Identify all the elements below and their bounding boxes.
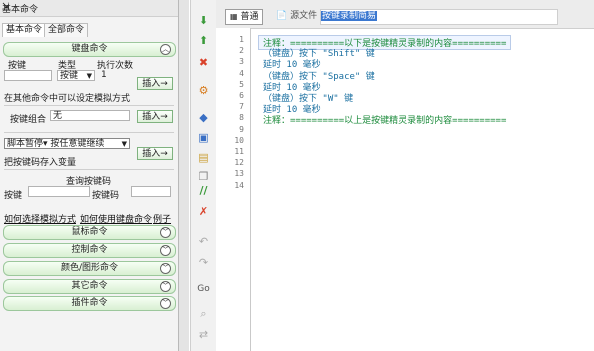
splitter[interactable]	[179, 0, 189, 351]
combo-label: 按键组合	[10, 115, 47, 125]
count-input[interactable]: 1	[99, 70, 129, 81]
chevron-down-icon[interactable]: ﹀	[160, 245, 171, 256]
chevron-down-icon: ▼	[86, 72, 92, 80]
line-number: 9	[239, 124, 244, 134]
line-number: 2	[239, 46, 244, 56]
line-number: 6	[239, 91, 244, 100]
command-panel: 基本命令 ⇲ 基本命令 全部命令 键盘命令 ︿ 按键 类型 执行次数 按键 ▼ 1…	[0, 0, 179, 351]
line-number: 8	[239, 113, 244, 123]
note-icon[interactable]: ▣	[197, 131, 210, 144]
script-name-input[interactable]: 按键录制简易	[320, 9, 558, 25]
goto-icon[interactable]: Go	[197, 283, 210, 296]
chevron-down-icon: ▼	[121, 140, 127, 148]
query-code-label: 按键码	[92, 191, 120, 201]
chevron-up-icon[interactable]: ︿	[160, 44, 171, 55]
insert-combo-button[interactable]: 插入→	[137, 110, 173, 123]
delete-icon[interactable]: ✖	[197, 56, 210, 69]
line-number: 1	[239, 35, 244, 44]
line-number: 12	[234, 158, 244, 168]
move-down-icon[interactable]: ⬇	[197, 14, 210, 27]
section-control-commands[interactable]: 控制命令 ﹀	[3, 243, 176, 258]
chevron-down-icon[interactable]: ﹀	[160, 263, 171, 274]
section-plugin-commands[interactable]: 插件命令 ﹀	[3, 296, 176, 311]
section-mouse-commands[interactable]: 鼠标命令 ﹀	[3, 225, 176, 240]
line-number: 10	[234, 135, 244, 145]
move-up-icon[interactable]: ⬆	[197, 34, 210, 47]
line-number: 5	[239, 79, 244, 89]
tab-all-commands[interactable]: 全部命令	[44, 23, 89, 37]
folder-icon[interactable]: ▤	[197, 151, 210, 164]
line-number: 3	[239, 57, 244, 67]
pin-icon[interactable]: ⇲	[2, 2, 174, 12]
line-number: 4	[239, 68, 244, 78]
link-example[interactable]: 例子	[153, 212, 171, 225]
comment-icon[interactable]: //	[197, 184, 210, 197]
combo-input[interactable]: 无	[50, 110, 130, 121]
redo-icon[interactable]: ↷	[197, 256, 210, 269]
line-number: 14	[234, 180, 244, 190]
insert-pause-button[interactable]: 插入→	[137, 147, 173, 160]
store-key-label: 把按键码存入变量	[4, 158, 77, 168]
query-code-input[interactable]	[131, 186, 171, 197]
link-keyboard-usage[interactable]: 如何使用键盘命令	[80, 212, 152, 225]
editor-header: ▦ 普通 📄 源文件 按键录制简易	[216, 0, 594, 29]
simulation-note: 在其他命令中可以设定模拟方式	[4, 94, 131, 104]
keyboard-command-header[interactable]: 键盘命令 ︿	[3, 42, 176, 57]
undo-icon[interactable]: ↶	[197, 235, 210, 248]
line-number: 11	[234, 147, 244, 156]
tab-source-view[interactable]: 📄 源文件	[272, 9, 321, 23]
type-select[interactable]: 按键 ▼	[57, 70, 95, 81]
pause-select[interactable]: 脚本暂停▾ 按任意键继续 ▼	[4, 138, 130, 149]
chevron-down-icon[interactable]: ﹀	[160, 227, 171, 238]
link-simulation-mode[interactable]: 如何选择模拟方式	[4, 212, 76, 225]
file-icon: 📄	[276, 11, 288, 21]
replace-icon[interactable]: ⇄	[197, 328, 210, 341]
query-key-input[interactable]	[28, 186, 90, 197]
tab-normal-view[interactable]: ▦ 普通	[225, 9, 264, 25]
chevron-down-icon[interactable]: ﹀	[160, 298, 171, 309]
copy-icon[interactable]: ❐	[197, 170, 210, 183]
section-other-commands[interactable]: 其它命令 ﹀	[3, 279, 176, 294]
editor-toolbar: ⬇ ⬆ ✖ ⚙ ◆ ▣ ▤ ❐ // ✗ ↶ ↷ Go ⌕ ⇄	[190, 0, 217, 351]
grid-icon: ▦	[230, 12, 238, 21]
tab-basic-commands[interactable]: 基本命令	[2, 23, 47, 37]
line-number: 7	[239, 102, 244, 112]
chevron-down-icon[interactable]: ﹀	[160, 281, 171, 292]
section-color-graphics-commands[interactable]: 颜色/图形命令 ﹀	[3, 261, 176, 276]
uncomment-icon[interactable]: ✗	[197, 205, 210, 218]
insert-key-button[interactable]: 插入→	[137, 77, 173, 90]
key-input[interactable]	[4, 70, 52, 81]
code-line[interactable]: 注释：==========以上是按键精灵录制的内容==========	[263, 113, 506, 126]
gear-icon[interactable]: ⚙	[197, 84, 210, 97]
panel-title-bar: 基本命令 ⇲	[0, 0, 178, 17]
find-icon[interactable]: ⌕	[197, 307, 210, 320]
settings-icon[interactable]: ◆	[197, 111, 210, 124]
line-number: 13	[234, 169, 244, 179]
query-key-label: 按键	[4, 191, 23, 201]
